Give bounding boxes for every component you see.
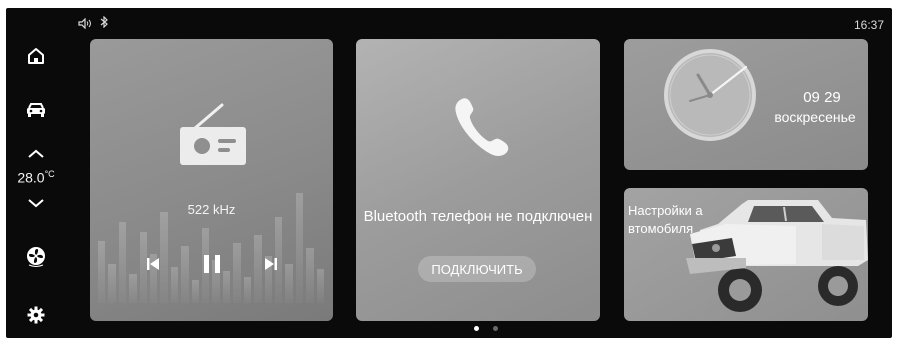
sidebar-item-settings[interactable]: [6, 300, 66, 330]
pause-icon: [204, 255, 220, 273]
status-bar: 16:37: [6, 8, 892, 36]
chevron-down-icon: [28, 198, 44, 207]
status-time: 16:37: [853, 18, 884, 32]
phone-icon: [455, 98, 509, 156]
vehicle-settings-card[interactable]: Настройки автомобиля: [624, 188, 868, 321]
sidebar-item-fan[interactable]: [6, 238, 66, 274]
next-button[interactable]: [264, 257, 278, 276]
clock-day: воскресенье: [774, 109, 856, 125]
analog-clock-icon: [664, 49, 756, 141]
clock-card[interactable]: 09 29 воскресенье: [624, 39, 868, 170]
vehicle-settings-title: Настройки автомобиля: [628, 203, 703, 236]
temperature-unit: °C: [44, 168, 55, 179]
temp-up-button[interactable]: [6, 142, 66, 164]
temp-down-button[interactable]: [6, 192, 66, 214]
sidebar-item-vehicle[interactable]: [6, 92, 66, 128]
previous-icon: [147, 258, 159, 270]
phone-card[interactable]: Bluetooth телефон не подключен ПОДКЛЮЧИТ…: [356, 39, 600, 321]
head-unit-screen: 16:37 28.0°C 522 kHz Bluetooth телефон н…: [6, 8, 892, 338]
pause-button[interactable]: [202, 254, 222, 279]
next-icon: [265, 258, 277, 270]
page-dot-active[interactable]: [474, 326, 479, 331]
bluetooth-icon: [100, 15, 108, 31]
car-icon: [27, 103, 45, 117]
clock-time: 09 29: [803, 89, 841, 106]
sidebar-item-home[interactable]: [6, 38, 66, 74]
radio-card[interactable]: 522 kHz: [90, 39, 333, 321]
gear-icon: [27, 306, 45, 324]
sidebar: 28.0°C: [6, 34, 66, 338]
speaker-icon: [78, 17, 92, 32]
fan-icon: [27, 247, 45, 267]
pickup-truck-image: [686, 200, 868, 312]
connect-button[interactable]: ПОДКЛЮЧИТЬ: [418, 256, 536, 282]
home-icon: [28, 48, 44, 64]
temperature-readout: 28.0°C: [6, 167, 66, 187]
chevron-up-icon: [28, 149, 44, 158]
radio-icon: [180, 103, 246, 165]
page-indicator: [474, 326, 498, 331]
temperature-value: 28.0: [17, 169, 45, 186]
page-dot[interactable]: [493, 326, 498, 331]
phone-status-text: Bluetooth телефон не подключен: [363, 208, 593, 225]
previous-button[interactable]: [146, 257, 160, 276]
radio-frequency: 522 kHz: [187, 202, 236, 217]
equalizer-graphic: [98, 173, 324, 303]
